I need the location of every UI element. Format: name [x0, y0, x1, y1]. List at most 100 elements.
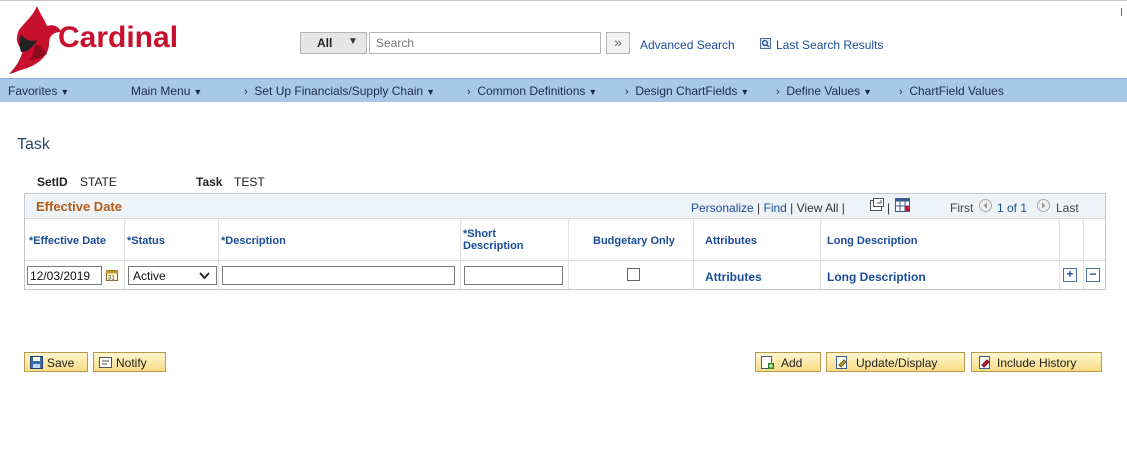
col-attributes: Attributes: [705, 235, 757, 247]
chevron-down-icon: ▼: [348, 36, 358, 47]
task-value: TEST: [234, 175, 265, 189]
header-edge-mark: [1121, 8, 1122, 16]
calendar-icon[interactable]: 31: [106, 269, 118, 281]
col-short-description-line2[interactable]: Description: [463, 240, 524, 252]
column-header-row: *Effective Date *Status *Description *Sh…: [25, 219, 1105, 261]
next-icon[interactable]: [1037, 199, 1050, 212]
download-spreadsheet-icon[interactable]: [895, 198, 910, 212]
chevron-down-icon: ▼: [588, 87, 598, 97]
chevron-down-icon: ▼: [863, 87, 873, 97]
previous-icon[interactable]: [979, 199, 992, 212]
col-divider: [1083, 219, 1084, 289]
breadcrumb-separator-icon: ›: [625, 86, 629, 98]
breadcrumb-label: Design ChartFields: [635, 84, 738, 98]
double-chevron-right-icon: »: [614, 34, 622, 50]
view-all-link[interactable]: View All: [797, 201, 839, 215]
main-menu-label: Main Menu: [131, 84, 191, 98]
breadcrumb-separator-icon: ›: [467, 86, 471, 98]
breadcrumb-design-chartfields[interactable]: › Design ChartFields ▼: [625, 84, 749, 98]
main-menu[interactable]: Main Menu ▼: [131, 84, 202, 98]
find-link[interactable]: Find: [764, 201, 787, 215]
floppy-disk-icon: [30, 356, 43, 369]
breadcrumb-define-values[interactable]: › Define Values ▼: [776, 84, 872, 98]
col-status[interactable]: *Status: [127, 235, 165, 247]
add-row-button[interactable]: +: [1063, 268, 1077, 282]
add-document-icon: [761, 356, 774, 369]
status-select[interactable]: Active: [128, 266, 217, 285]
update-display-label: Update/Display: [856, 356, 938, 370]
col-short-description-line1[interactable]: *Short: [463, 228, 496, 240]
status-value: Active: [133, 269, 166, 283]
col-description[interactable]: *Description: [221, 235, 286, 247]
add-label: Add: [781, 356, 803, 370]
col-divider: [218, 219, 219, 289]
col-divider: [568, 219, 569, 289]
update-display-icon: [836, 356, 847, 369]
col-budgetary-only[interactable]: Budgetary Only: [593, 235, 675, 247]
include-history-button[interactable]: Include History: [971, 352, 1102, 372]
effective-date-input[interactable]: [27, 266, 102, 285]
setid-label: SetID: [37, 175, 68, 189]
favorites-menu[interactable]: Favorites ▼: [8, 84, 69, 98]
toolbar-separator: |: [887, 201, 891, 215]
page-title: Task: [17, 136, 50, 153]
grid-toolbar: Personalize | Find | View All |: [691, 201, 845, 215]
long-description-link[interactable]: Long Description: [827, 270, 926, 284]
last-search-results-link[interactable]: Last Search Results: [776, 38, 883, 52]
attributes-link[interactable]: Attributes: [705, 270, 762, 284]
chevron-down-icon: ▼: [193, 87, 203, 97]
breadcrumb-label: Common Definitions: [477, 84, 586, 98]
short-description-input[interactable]: [464, 266, 563, 285]
breadcrumb-separator-icon: ›: [244, 86, 248, 98]
breadcrumb-chartfield-values[interactable]: › ChartField Values: [899, 84, 1004, 98]
col-effective-date[interactable]: *Effective Date: [29, 235, 106, 247]
chevron-down-icon: ▼: [426, 87, 436, 97]
col-divider: [1059, 219, 1060, 289]
save-label: Save: [47, 356, 75, 370]
breadcrumb-label: Define Values: [786, 84, 861, 98]
notify-button[interactable]: Notify: [93, 352, 166, 372]
chevron-down-icon: ▼: [60, 87, 70, 97]
last-label: Last: [1056, 201, 1079, 215]
minus-icon: −: [1089, 267, 1097, 281]
breadcrumb-separator-icon: ›: [899, 86, 903, 98]
save-button[interactable]: Save: [24, 352, 88, 372]
chevron-down-icon: ▼: [740, 87, 750, 97]
svg-text:31: 31: [108, 276, 115, 282]
plus-icon: +: [1066, 267, 1074, 281]
personalize-link[interactable]: Personalize: [691, 201, 754, 215]
include-history-label: Include History: [997, 356, 1077, 370]
top-border: [0, 0, 1127, 1]
budgetary-only-checkbox[interactable]: [627, 268, 640, 281]
last-search-results-icon: [760, 38, 771, 49]
delete-row-button[interactable]: −: [1086, 268, 1100, 282]
zoom-grid-icon[interactable]: [870, 198, 884, 212]
search-go-button[interactable]: »: [606, 32, 630, 54]
update-display-button[interactable]: Update/Display: [826, 352, 965, 372]
advanced-search-link[interactable]: Advanced Search: [640, 38, 735, 52]
favorites-label: Favorites: [8, 84, 58, 98]
add-button[interactable]: Add: [755, 352, 821, 372]
include-history-icon: [979, 356, 990, 369]
breadcrumb-setup-financials[interactable]: › Set Up Financials/Supply Chain ▼: [244, 84, 435, 98]
row-range: 1 of 1: [997, 201, 1028, 215]
grid-title: Effective Date: [36, 199, 122, 214]
breadcrumb-label: Set Up Financials/Supply Chain: [254, 84, 424, 98]
navigation-bar: Favorites ▼ Main Menu ▼ › Set Up Financial…: [0, 78, 1127, 102]
search-scope-select[interactable]: All ▼: [300, 32, 367, 54]
chevron-down-icon: [199, 272, 210, 280]
breadcrumb-separator-icon: ›: [776, 86, 780, 98]
col-divider: [820, 219, 821, 289]
col-divider: [460, 219, 461, 289]
search-scope-value: All: [317, 36, 333, 50]
col-divider: [693, 219, 694, 289]
col-divider: [124, 219, 125, 289]
first-label: First: [950, 201, 974, 215]
search-input[interactable]: [369, 32, 601, 54]
notify-icon: [99, 357, 112, 368]
col-long-description: Long Description: [827, 235, 918, 247]
description-input[interactable]: [222, 266, 455, 285]
setid-value: STATE: [80, 175, 117, 189]
breadcrumb-common-definitions[interactable]: › Common Definitions ▼: [467, 84, 597, 98]
effective-date-grid: Effective Date Personalize | Find | View…: [24, 193, 1106, 290]
